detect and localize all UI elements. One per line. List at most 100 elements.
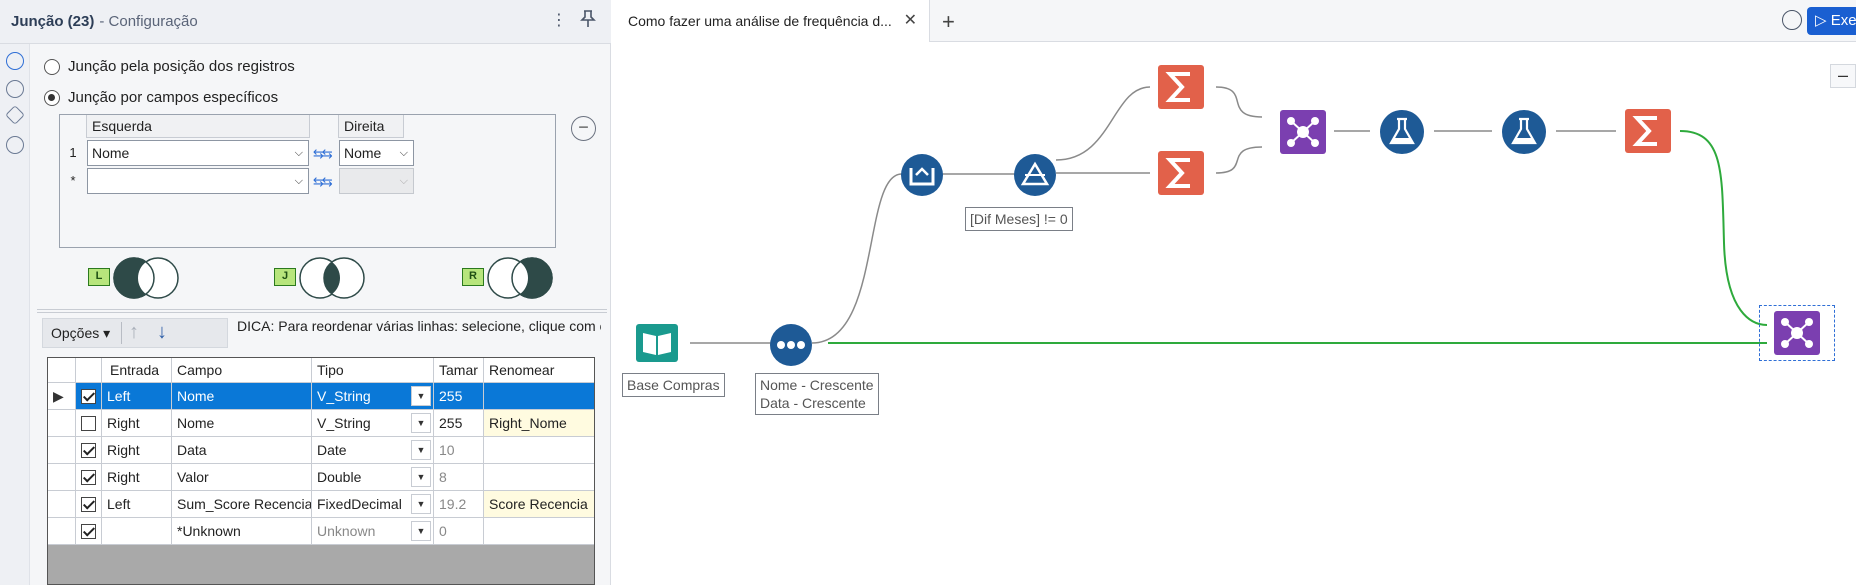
more-options-icon[interactable]: ⋮ [548,10,570,32]
venn-right-join[interactable]: R [462,256,553,300]
row-checkbox-cell[interactable] [76,437,102,463]
join-icon [1774,311,1820,355]
help-icon[interactable] [6,136,24,154]
tag-icon[interactable] [5,105,25,125]
checkbox-checked[interactable] [81,524,96,539]
table-row[interactable]: ▶ Left Nome V_String ▼ 255 [48,383,594,410]
type-dropdown-icon[interactable]: ▼ [411,413,431,433]
run-label: Exe [1830,12,1856,29]
select-value: Nome [92,145,130,161]
row-checkbox-cell[interactable] [76,518,102,544]
run-button[interactable]: ▷ Exe [1807,7,1856,35]
radio-button[interactable] [44,58,60,75]
type-dropdown-icon[interactable]: ▼ [411,386,431,406]
arrow-down-icon[interactable]: ↓ [157,321,167,344]
cell-tipo[interactable]: Double ▼ [312,464,434,490]
cell-entrada [102,518,172,544]
workflow-canvas[interactable]: Base Compras Nome - Crescente Data - Cre… [612,43,1856,585]
checkbox-unchecked[interactable] [81,416,96,431]
type-dropdown-icon[interactable]: ▼ [411,467,431,487]
cell-renomear[interactable] [484,437,594,463]
row-indicator [48,437,76,463]
table-row[interactable]: Left Sum_Score Recencia FixedDecimal ▼ 19… [48,491,594,518]
filter-icon [1014,154,1056,196]
radio-join-by-position[interactable]: Junção pela posição dos registros [44,58,295,75]
pin-icon[interactable] [577,10,599,32]
connector [1215,86,1263,118]
type-dropdown-icon[interactable]: ▼ [411,494,431,514]
panel-splitter[interactable] [37,309,607,313]
row-checkbox-cell[interactable] [76,383,102,409]
venn-inner-join[interactable]: J [274,256,365,300]
checkbox-checked[interactable] [81,497,96,512]
summarize-tool[interactable] [1158,151,1204,195]
summarize-tool[interactable] [1625,109,1671,153]
minimize-icon[interactable]: – [1830,64,1856,88]
checkbox-checked[interactable] [81,389,96,404]
radio-button-selected[interactable] [44,89,60,106]
annotation-icon[interactable] [6,80,24,98]
tab-workflow[interactable]: Como fazer uma análise de frequência d..… [612,0,930,42]
cell-entrada: Right [102,464,172,490]
cell-renomear[interactable]: Right_Nome [484,410,594,436]
cell-campo: Valor [172,464,312,490]
workflow-tab-bar: Como fazer uma análise de frequência d..… [612,0,1856,42]
right-field-select[interactable]: Nome ⌵ [339,140,414,166]
cell-tipo[interactable]: Date ▼ [312,437,434,463]
connector [1215,146,1263,174]
history-icon[interactable] [1782,10,1802,30]
app-window: Junção (23) - Configuração ⋮ Junção pela… [0,0,1856,585]
multi-row-formula-tool[interactable] [900,153,944,197]
cell-tipo[interactable]: V_String ▼ [312,383,434,409]
cell-renomear[interactable]: Score Recencia [484,491,594,517]
row-checkbox-cell[interactable] [76,464,102,490]
table-row[interactable]: *Unknown Unknown ▼ 0 [48,518,594,545]
checkbox-checked[interactable] [81,443,96,458]
join-tool-selected[interactable] [1759,305,1835,361]
config-header: Junção (23) - Configuração ⋮ [0,0,611,44]
cell-tipo[interactable]: FixedDecimal ▼ [312,491,434,517]
row-checkbox-cell[interactable] [76,491,102,517]
left-field-select-empty[interactable]: ⌵ [87,168,309,194]
row-indicator-header [48,358,76,382]
radio-join-by-fields[interactable]: Junção por campos específicos [44,89,278,106]
row-checkbox-cell[interactable] [76,410,102,436]
type-dropdown-icon[interactable]: ▼ [411,440,431,460]
left-field-select[interactable]: Nome ⌵ [87,140,309,166]
configuration-panel: Junção (23) - Configuração ⋮ Junção pela… [0,0,611,585]
cell-tipo[interactable]: Unknown ▼ [312,518,434,544]
join-icon [1280,110,1326,154]
cell-tipo[interactable]: V_String ▼ [312,410,434,436]
header-tamanho: Tamar [434,358,484,382]
select-value: Nome [344,145,382,161]
cell-renomear[interactable] [484,383,594,409]
column-header-left: Esquerda [86,115,310,138]
options-dropdown[interactable]: Opções ▾ [51,325,110,342]
filter-tool[interactable] [1013,153,1057,197]
table-row[interactable]: Right Data Date ▼ 10 [48,437,594,464]
add-tab-icon[interactable]: + [942,9,955,35]
venn-left-join[interactable]: L [88,256,179,300]
divider [121,322,122,344]
join-tool[interactable] [1280,110,1326,154]
formula-tool[interactable] [1379,109,1425,155]
summarize-tool[interactable] [1158,65,1204,109]
cell-renomear[interactable] [484,518,594,544]
table-row[interactable]: Right Valor Double ▼ 8 [48,464,594,491]
checkbox-checked[interactable] [81,470,96,485]
cell-tamanho: 255 [434,410,484,436]
sort-tool[interactable] [769,323,813,367]
cell-renomear[interactable] [484,464,594,490]
gear-icon[interactable] [6,52,24,70]
formula-tool[interactable] [1501,109,1547,155]
type-dropdown-icon[interactable]: ▼ [411,521,431,541]
cell-tamanho: 19.2 [434,491,484,517]
remove-row-button[interactable]: − [571,116,596,141]
table-row[interactable]: Right Nome V_String ▼ 255 Right_Nome [48,410,594,437]
type-value: Date [317,442,347,458]
arrow-up-icon[interactable]: ↑ [129,321,139,344]
close-icon[interactable]: ✕ [904,0,917,42]
row-indicator [48,491,76,517]
header-campo: Campo [172,358,312,382]
input-data-tool[interactable] [635,323,679,363]
